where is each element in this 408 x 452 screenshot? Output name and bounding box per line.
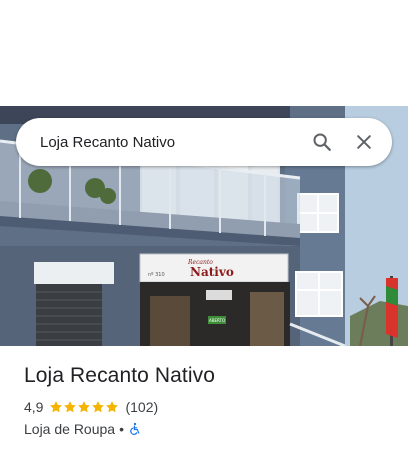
search-icon <box>313 133 331 151</box>
search-input[interactable]: Loja Recanto Nativo <box>40 134 302 151</box>
clear-search-button[interactable] <box>344 122 384 162</box>
star-icon <box>92 401 105 413</box>
category-row: Loja de Roupa • <box>24 420 142 438</box>
star-icon <box>64 401 77 413</box>
search-bar[interactable]: Loja Recanto Nativo <box>16 118 392 166</box>
review-count[interactable]: (102) <box>125 399 158 415</box>
close-icon <box>357 135 371 149</box>
rating-value: 4,9 <box>24 399 44 415</box>
rating-stars <box>49 400 119 414</box>
search-button[interactable] <box>302 122 342 162</box>
separator-dot: • <box>119 421 124 437</box>
sign-main-text: Nativo <box>190 265 234 279</box>
star-icon <box>50 401 63 413</box>
rating-row[interactable]: 4,9 (102) <box>24 398 158 416</box>
star-icon <box>78 401 91 413</box>
place-category: Loja de Roupa <box>24 421 116 437</box>
star-icon <box>106 401 119 413</box>
place-title[interactable]: Loja Recanto Nativo <box>24 364 215 388</box>
door-sign-text: ABERTO <box>209 318 225 323</box>
sign-number-text: nº 310 <box>148 272 165 278</box>
wheelchair-icon <box>130 422 140 435</box>
